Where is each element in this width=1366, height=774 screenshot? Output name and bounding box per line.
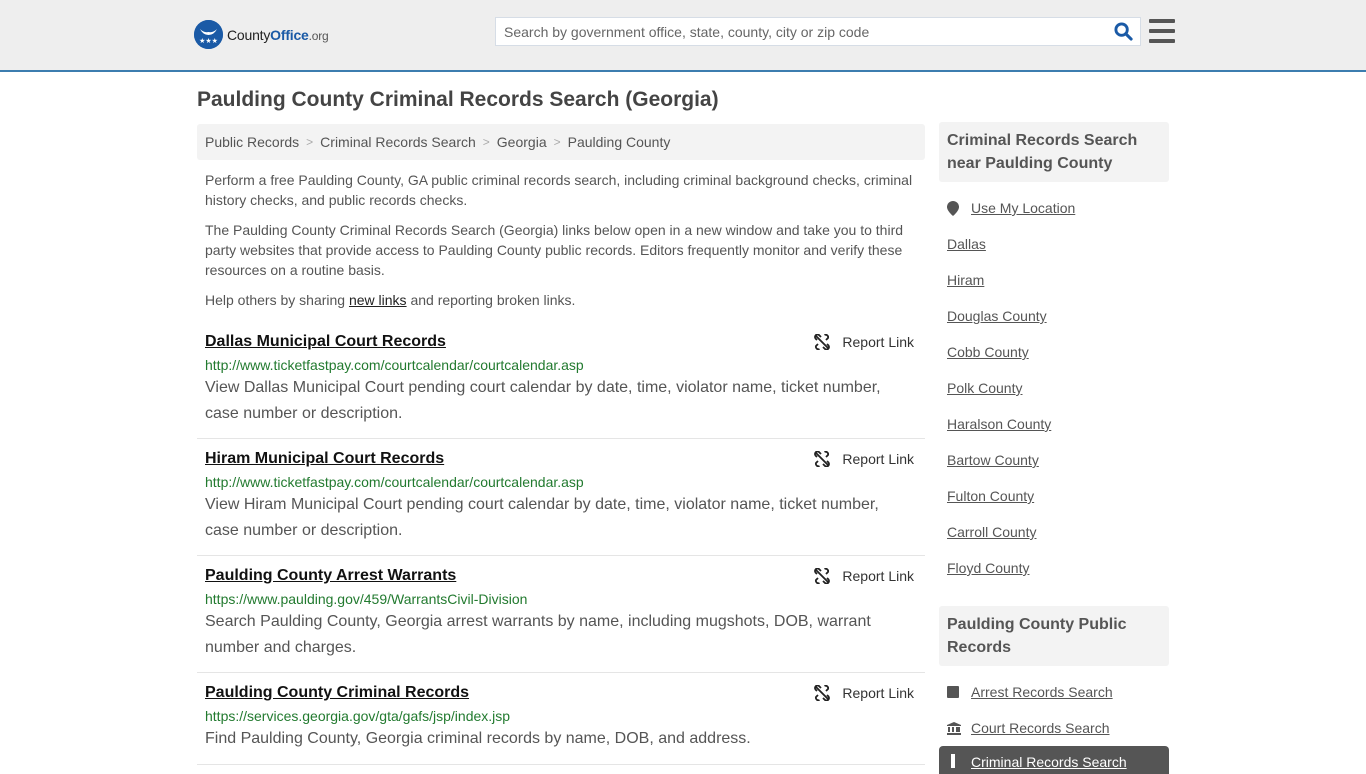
public-record-item: Arrest Records Search (947, 674, 1161, 710)
record-item: Paulding County Arrest Warrants Report L… (197, 556, 925, 673)
nearby-item: Carroll County (947, 514, 1161, 550)
nearby-item: Haralson County (947, 406, 1161, 442)
use-my-location: Use My Location (947, 190, 1161, 226)
new-links-link[interactable]: new links (349, 292, 407, 308)
breadcrumb-separator: > (482, 135, 490, 149)
record-item: Paulding County Criminal Records Report … (197, 673, 925, 765)
nearby-link-douglas-county[interactable]: Douglas County (947, 308, 1047, 324)
nearby-item: Douglas County (947, 298, 1161, 334)
square-icon (947, 686, 971, 698)
report-link-button[interactable]: Report Link (814, 330, 914, 354)
page-title: Paulding County Criminal Records Search … (197, 88, 719, 111)
records-list: Dallas Municipal Court Records Report Li… (197, 326, 925, 765)
intro-paragraph-1: Perform a free Paulding County, GA publi… (205, 172, 913, 208)
search-box (495, 17, 1141, 46)
nearby-item: Dallas (947, 226, 1161, 262)
record-url: https://services.georgia.gov/gta/gafs/js… (205, 708, 511, 724)
record-description: View Hiram Municipal Court pending court… (205, 496, 879, 539)
report-link-button[interactable]: Report Link (814, 564, 914, 588)
breadcrumb-public-records[interactable]: Public Records (205, 134, 299, 150)
record-title-link[interactable]: Hiram Municipal Court Records (205, 447, 444, 471)
nearby-item: Floyd County (947, 550, 1161, 586)
nearby-item: Hiram (947, 262, 1161, 298)
use-my-location-link[interactable]: Use My Location (971, 200, 1075, 216)
intro-paragraph-3: Help others by sharing new links and rep… (205, 292, 576, 308)
courthouse-icon (947, 721, 971, 735)
logo-text: CountyOffice.org (227, 26, 329, 43)
nearby-link-carroll-county[interactable]: Carroll County (947, 524, 1036, 540)
nearby-list: Use My Location Dallas Hiram Douglas Cou… (939, 190, 1169, 586)
record-title-link[interactable]: Paulding County Arrest Warrants (205, 564, 456, 588)
eagle-logo-icon: ★★★ (194, 20, 223, 49)
nearby-link-polk-county[interactable]: Polk County (947, 380, 1022, 396)
public-records-list: Arrest Records Search Court Records Sear… (939, 674, 1169, 774)
nearby-heading: Criminal Records Search near Paulding Co… (939, 122, 1169, 182)
record-description: Search Paulding County, Georgia arrest w… (205, 613, 871, 656)
report-link-button[interactable]: Report Link (814, 681, 914, 705)
record-url: https://www.paulding.gov/459/WarrantsCiv… (205, 591, 528, 607)
nearby-link-bartow-county[interactable]: Bartow County (947, 452, 1039, 468)
breadcrumb-separator: > (553, 135, 561, 149)
broken-link-icon (814, 334, 831, 350)
search-input[interactable] (496, 18, 1106, 45)
broken-link-icon (814, 685, 831, 701)
svg-text:★★★: ★★★ (199, 37, 218, 45)
record-description: Find Paulding County, Georgia criminal r… (205, 730, 751, 747)
record-url: http://www.ticketfastpay.com/courtcalend… (205, 474, 584, 490)
exclamation-icon (947, 754, 971, 768)
record-url: http://www.ticketfastpay.com/courtcalend… (205, 357, 584, 373)
breadcrumb-separator: > (306, 135, 314, 149)
breadcrumb-criminal-records-search[interactable]: Criminal Records Search (320, 134, 476, 150)
nearby-link-cobb-county[interactable]: Cobb County (947, 344, 1029, 360)
nearby-item: Fulton County (947, 478, 1161, 514)
report-link-button[interactable]: Report Link (814, 447, 914, 471)
broken-link-icon (814, 451, 831, 467)
search-button[interactable] (1106, 18, 1140, 45)
nearby-link-fulton-county[interactable]: Fulton County (947, 488, 1034, 504)
site-logo[interactable]: ★★★ CountyOffice.org (194, 20, 329, 49)
map-marker-icon (947, 200, 971, 216)
nearby-item: Cobb County (947, 334, 1161, 370)
court-records-search-link[interactable]: Court Records Search (971, 720, 1110, 736)
intro-paragraph-2: The Paulding County Criminal Records Sea… (205, 222, 904, 278)
nearby-link-haralson-county[interactable]: Haralson County (947, 416, 1051, 432)
breadcrumb-paulding-county[interactable]: Paulding County (568, 134, 671, 150)
record-item: Hiram Municipal Court Records Report Lin… (197, 439, 925, 556)
main-content: Public Records > Criminal Records Search… (197, 124, 925, 765)
hamburger-menu-icon[interactable] (1149, 19, 1175, 43)
broken-link-icon (814, 568, 831, 584)
public-records-heading: Paulding County Public Records (939, 606, 1169, 666)
breadcrumb-georgia[interactable]: Georgia (497, 134, 547, 150)
nearby-item: Bartow County (947, 442, 1161, 478)
record-item: Dallas Municipal Court Records Report Li… (197, 326, 925, 439)
breadcrumb: Public Records > Criminal Records Search… (197, 124, 925, 160)
nearby-link-hiram[interactable]: Hiram (947, 272, 984, 288)
public-record-item: Court Records Search (947, 710, 1161, 746)
nearby-link-dallas[interactable]: Dallas (947, 236, 986, 252)
arrest-records-search-link[interactable]: Arrest Records Search (971, 684, 1113, 700)
site-header: ★★★ CountyOffice.org (0, 0, 1366, 72)
record-title-link[interactable]: Dallas Municipal Court Records (205, 330, 446, 354)
sidebar: Criminal Records Search near Paulding Co… (939, 122, 1169, 774)
search-icon (1113, 22, 1133, 41)
record-title-link[interactable]: Paulding County Criminal Records (205, 681, 469, 705)
intro-text: Perform a free Paulding County, GA publi… (197, 170, 925, 310)
nearby-link-floyd-county[interactable]: Floyd County (947, 560, 1029, 576)
public-record-item-active: Criminal Records Search (939, 746, 1169, 774)
record-description: View Dallas Municipal Court pending cour… (205, 379, 881, 422)
nearby-item: Polk County (947, 370, 1161, 406)
